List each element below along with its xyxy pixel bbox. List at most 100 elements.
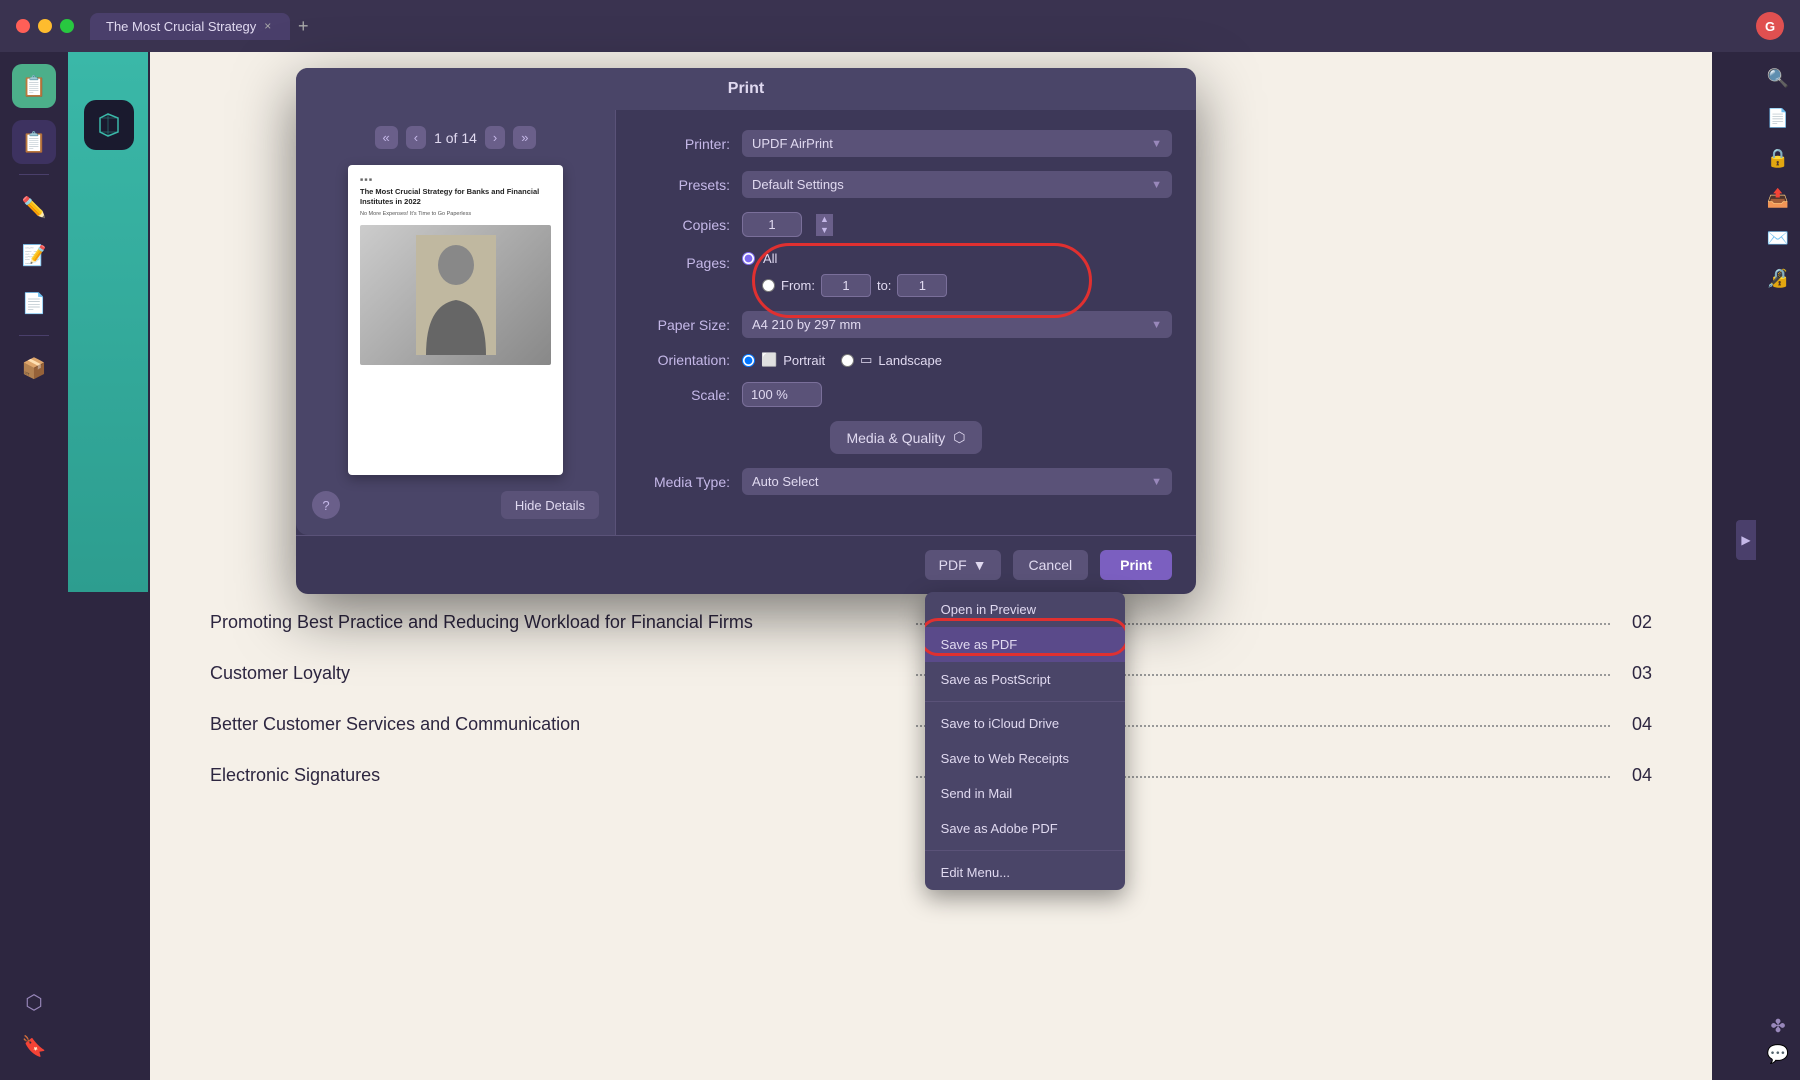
pages-to-input[interactable]: [897, 274, 947, 297]
presets-chevron-icon: ▼: [1151, 179, 1162, 191]
media-quality-label: Media & Quality: [846, 430, 945, 446]
next-button[interactable]: ›: [485, 126, 505, 149]
sidebar-item-edit[interactable]: ✏️: [12, 185, 56, 229]
sidebar-item-bookmark[interactable]: 🔖: [12, 1024, 56, 1068]
dialog-bottom: PDF ▼ Open in Preview Save as PDF Save a…: [296, 535, 1196, 594]
portrait-label: Portrait: [783, 353, 825, 368]
sidebar-bottom: ⬡ 🔖: [12, 980, 56, 1068]
right-protect-icon[interactable]: 🔒: [1764, 144, 1792, 172]
pdf-menu-save-icloud[interactable]: Save to iCloud Drive: [925, 706, 1125, 741]
pages-label: Pages:: [640, 255, 730, 271]
presets-select[interactable]: Default Settings ▼: [742, 171, 1172, 198]
media-quality-button[interactable]: Media & Quality ⬡: [830, 421, 981, 454]
cancel-button[interactable]: Cancel: [1013, 550, 1089, 580]
paper-size-select[interactable]: A4 210 by 297 mm ▼: [742, 311, 1172, 338]
preview-actions: ? Hide Details: [312, 491, 599, 519]
minimize-button[interactable]: [38, 19, 52, 33]
sidebar-item-documents[interactable]: 📋: [12, 120, 56, 164]
right-share-icon[interactable]: 📤: [1764, 184, 1792, 212]
scale-row: Scale:: [640, 382, 1172, 407]
pdf-menu-divider-1: [925, 701, 1125, 702]
scale-input[interactable]: [742, 382, 822, 407]
paper-size-chevron-icon: ▼: [1151, 319, 1162, 331]
right-search-icon[interactable]: 🔍: [1764, 64, 1792, 92]
media-type-label: Media Type:: [640, 474, 730, 490]
left-sidebar: 📋 📋 ✏️ 📝 📄 📦 ⬡ 🔖: [0, 52, 68, 1080]
pdf-menu-send-mail[interactable]: Send in Mail: [925, 776, 1125, 811]
toc-title-1: Promoting Best Practice and Reducing Wor…: [210, 612, 904, 633]
sidebar-item-layers[interactable]: ⬡: [12, 980, 56, 1024]
right-mail-icon[interactable]: ✉️: [1764, 224, 1792, 252]
copies-stepper: ▲ ▼: [816, 214, 833, 236]
pdf-menu-divider-2: [925, 850, 1125, 851]
toc-num-3: 04: [1622, 714, 1652, 735]
app-icon-teal: [84, 100, 134, 150]
settings-pane: Printer: UPDF AirPrint ▼ Presets: Defaul…: [616, 110, 1196, 535]
print-button[interactable]: Print: [1100, 550, 1172, 580]
hide-details-button[interactable]: Hide Details: [501, 491, 599, 519]
next-next-button[interactable]: »: [513, 126, 536, 149]
pdf-menu-open-preview[interactable]: Open in Preview: [925, 592, 1125, 627]
media-type-select[interactable]: Auto Select ▼: [742, 468, 1172, 495]
right-sidebar: 🔍 📄 🔒 📤 ✉️ 🔏 ✤ 💬: [1756, 52, 1800, 1080]
pdf-label: PDF: [939, 557, 967, 573]
tab-close-icon[interactable]: ×: [264, 19, 271, 33]
media-quality-chevron-icon: ⬡: [953, 429, 965, 446]
landscape-radio[interactable]: [841, 354, 854, 367]
orientation-row: Orientation: ⬜ Portrait ▭ Landscape: [640, 352, 1172, 368]
tab[interactable]: The Most Crucial Strategy ×: [90, 13, 290, 40]
preview-person-image: [360, 225, 551, 365]
page-indicator: 1 of 14: [434, 130, 477, 146]
right-comment-icon[interactable]: 💬: [1764, 1040, 1792, 1068]
printer-label: Printer:: [640, 136, 730, 152]
prev-button[interactable]: ‹: [406, 126, 426, 149]
pages-options: All From: to:: [742, 251, 1172, 297]
sidebar-item-pages[interactable]: 📄: [12, 281, 56, 325]
preview-header-line: ■ ■ ■: [360, 177, 551, 183]
portrait-radio[interactable]: [742, 354, 755, 367]
tab-add-button[interactable]: +: [298, 16, 309, 37]
toc-title-4: Electronic Signatures: [210, 765, 904, 786]
pages-from-input[interactable]: [821, 274, 871, 297]
maximize-button[interactable]: [60, 19, 74, 33]
presets-label: Presets:: [640, 177, 730, 193]
copies-row: Copies: ▲ ▼: [640, 212, 1172, 237]
sidebar-item-annotate[interactable]: 📝: [12, 233, 56, 277]
help-button[interactable]: ?: [312, 491, 340, 519]
pdf-menu-edit[interactable]: Edit Menu...: [925, 855, 1125, 890]
right-sign-icon[interactable]: 🔏: [1764, 264, 1792, 292]
copies-increment[interactable]: ▲: [816, 214, 833, 225]
pdf-menu-save-pdf[interactable]: Save as PDF: [925, 627, 1125, 662]
pdf-menu-save-postscript[interactable]: Save as PostScript: [925, 662, 1125, 697]
right-expand-button[interactable]: ▶: [1736, 520, 1756, 560]
media-quality-row: Media & Quality ⬡: [640, 421, 1172, 454]
dialog-title: Print: [296, 68, 1196, 110]
pdf-menu-save-adobe[interactable]: Save as Adobe PDF: [925, 811, 1125, 846]
copies-decrement[interactable]: ▼: [816, 225, 833, 236]
landscape-icon: ▭: [860, 352, 872, 368]
pdf-button[interactable]: PDF ▼: [925, 550, 1001, 580]
pages-from-label: From:: [781, 278, 815, 293]
pages-from-to-row: From: to:: [762, 274, 1172, 297]
pages-to-label: to:: [877, 278, 891, 293]
pdf-menu-save-web[interactable]: Save to Web Receipts: [925, 741, 1125, 776]
pages-all-radio[interactable]: [742, 252, 755, 265]
pages-row: Pages: All From: to:: [640, 251, 1172, 297]
right-clover-icon[interactable]: ✤: [1764, 1012, 1792, 1040]
pages-range-radio[interactable]: [762, 279, 775, 292]
traffic-lights: [16, 19, 74, 33]
right-ocr-icon[interactable]: 📄: [1764, 104, 1792, 132]
media-type-value: Auto Select: [752, 474, 819, 489]
prev-prev-button[interactable]: «: [375, 126, 398, 149]
sidebar-item-tools[interactable]: 📦: [12, 346, 56, 390]
printer-row: Printer: UPDF AirPrint ▼: [640, 130, 1172, 157]
copies-input[interactable]: [742, 212, 802, 237]
preview-nav: « ‹ 1 of 14 › »: [375, 126, 537, 149]
media-type-chevron-icon: ▼: [1151, 476, 1162, 488]
presets-row: Presets: Default Settings ▼: [640, 171, 1172, 198]
printer-chevron-icon: ▼: [1151, 138, 1162, 150]
printer-select[interactable]: UPDF AirPrint ▼: [742, 130, 1172, 157]
close-button[interactable]: [16, 19, 30, 33]
toc-title-3: Better Customer Services and Communicati…: [210, 714, 904, 735]
printer-value: UPDF AirPrint: [752, 136, 833, 151]
